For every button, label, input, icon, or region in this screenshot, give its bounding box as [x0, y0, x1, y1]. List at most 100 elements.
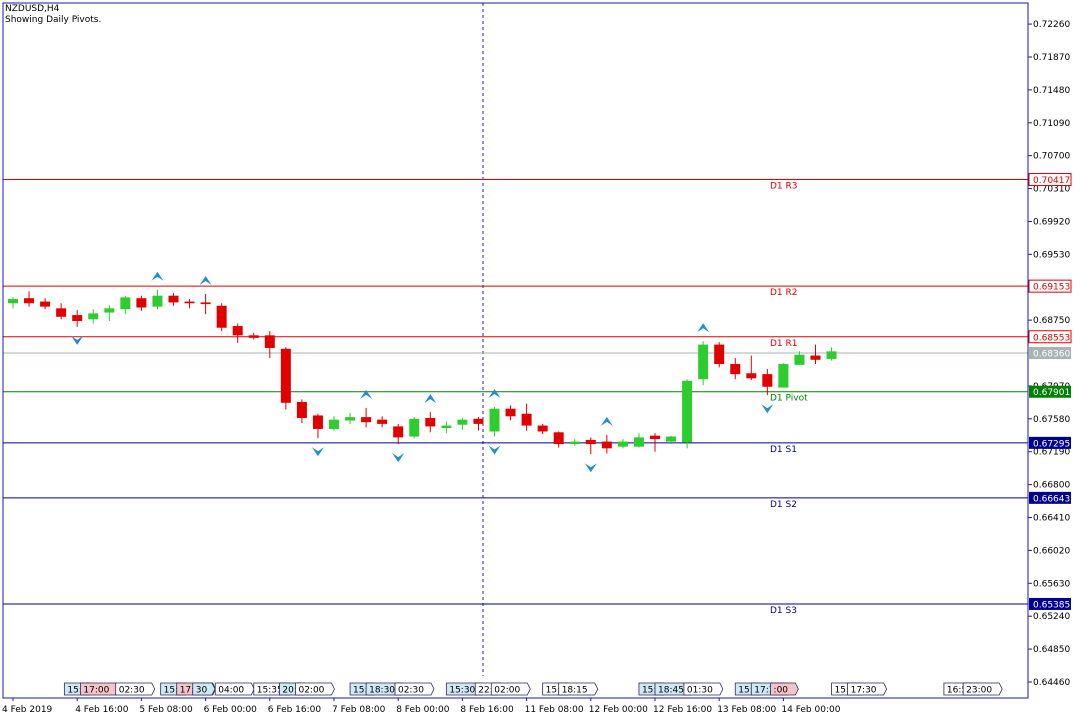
chart-frame	[2, 2, 1029, 699]
y-tick-label: 0.64850	[1033, 645, 1070, 655]
candle-body	[24, 298, 35, 304]
fractal-down-icon	[584, 463, 597, 473]
candle-body	[377, 419, 388, 424]
candle-body	[746, 373, 757, 379]
candle-body	[826, 351, 837, 359]
session-marker-label: 20:	[282, 686, 296, 696]
candle-body	[489, 408, 500, 432]
session-marker-label: :00	[774, 686, 789, 696]
y-tick-label: 0.71870	[1033, 53, 1070, 63]
time-axis[interactable]: 4 Feb 2019 4 Feb 16:00 5 Feb 08:00 6 Feb 00…	[2, 698, 841, 715]
candle-body	[88, 313, 99, 320]
session-marker-label: 02:30	[398, 686, 424, 696]
candle-body	[56, 308, 67, 317]
session-marker-label: 15:	[642, 686, 656, 696]
session-marker-label: 15:	[67, 686, 81, 696]
indicator-label: Showing Daily Pivots.	[5, 15, 102, 25]
session-marker-label: 18:15	[562, 686, 588, 696]
session-marker-label: 30	[196, 686, 208, 696]
y-tick-label: 0.64460	[1033, 678, 1070, 688]
x-tick-label: 8 Feb 00:00	[396, 705, 450, 715]
session-markers: 15:17:0002:3015:17:013004:0015:3520:02:0…	[63, 682, 1003, 696]
candle-body	[425, 417, 436, 427]
candle-body	[8, 299, 18, 304]
candle-body	[714, 344, 725, 364]
candle-body	[537, 425, 548, 432]
y-tick-label: 0.72260	[1033, 20, 1070, 30]
y-tick-label: 0.71090	[1033, 119, 1070, 129]
price-axis[interactable]: 0.72260 0.71870 0.71480 0.71090 0.70700 0.703…	[1028, 20, 1072, 688]
y-tick-label: 0.69530	[1033, 250, 1070, 260]
x-tick-label: 12 Feb 00:00	[589, 705, 648, 715]
session-marker-label: 22:	[478, 686, 492, 696]
pivot-price-tag-label: 0.68553	[1033, 333, 1070, 343]
pivot-label: D1 R2	[770, 288, 798, 298]
session-marker-label: 15:	[164, 686, 178, 696]
session-marker-label: 02:00	[494, 686, 520, 696]
candle-body	[650, 435, 660, 440]
x-tick-label: 4 Feb 2019	[2, 705, 53, 715]
candle-body	[633, 437, 644, 447]
candle-body	[72, 315, 83, 321]
candle-body	[730, 363, 741, 375]
pivot-price-tag-label: 0.67901	[1033, 388, 1070, 398]
candle-body	[280, 348, 291, 403]
y-tick-label: 0.70700	[1033, 152, 1070, 162]
x-tick-label: 8 Feb 16:00	[460, 705, 514, 715]
candle-body	[184, 301, 195, 304]
fractal-up-icon	[697, 323, 710, 333]
candle-body	[666, 436, 677, 442]
candle-body	[698, 344, 709, 380]
candle-body	[794, 354, 805, 365]
price-chart[interactable]: D1 R3 D1 R2 D1 R1 D1 Pivot D1 S1 D1 S2 D1 S3 1…	[0, 0, 1080, 720]
candle-body	[617, 441, 628, 447]
candle-body	[409, 418, 420, 437]
candle-body	[361, 417, 372, 423]
candle-body	[569, 441, 580, 445]
candle-body	[393, 426, 404, 438]
fractal-up-icon	[488, 389, 501, 399]
session-marker-label: 17:00	[83, 686, 109, 696]
pivot-label: D1 S1	[770, 445, 797, 455]
candle-body	[120, 297, 131, 310]
chart-symbol-label: NZDUSD,H4	[5, 4, 60, 14]
candle-body	[296, 401, 307, 418]
pivot-label: D1 R1	[770, 339, 798, 349]
session-marker-label: 15:	[353, 686, 367, 696]
candle-body	[40, 301, 51, 307]
y-tick-label: 0.66800	[1033, 481, 1070, 491]
pivot-price-tag-label: 0.67295	[1033, 439, 1070, 449]
candle-body	[312, 415, 323, 429]
fractal-down-icon	[488, 445, 501, 455]
session-marker-label: 01:30	[687, 686, 713, 696]
fractal-up-icon	[199, 275, 212, 285]
x-tick-label: 7 Feb 08:00	[332, 705, 386, 715]
pivot-price-tag-label: 0.69153	[1033, 283, 1070, 293]
candle-body	[152, 295, 163, 307]
candle-body	[505, 408, 516, 417]
session-marker-label: 15:	[738, 686, 752, 696]
fractal-up-icon	[424, 394, 437, 404]
candle-body	[345, 417, 356, 421]
candle-body	[585, 439, 596, 445]
pivot-lines: D1 R3 D1 R2 D1 R1 D1 Pivot D1 S1 D1 S2 D1 S3	[3, 3, 1028, 676]
x-tick-label: 6 Feb 00:00	[204, 705, 258, 715]
candle-body	[778, 363, 789, 388]
pivot-price-tag-label: 0.65385	[1033, 600, 1070, 610]
pivot-label: D1 S2	[770, 500, 797, 510]
session-marker-label: 02:30	[119, 686, 145, 696]
pivot-price-tag-label: 0.70417	[1033, 176, 1070, 186]
y-tick-label: 0.70310	[1033, 185, 1070, 195]
y-tick-label: 0.69920	[1033, 217, 1070, 227]
x-tick-label: 12 Feb 16:00	[653, 705, 712, 715]
y-tick-label: 0.66410	[1033, 514, 1070, 524]
y-tick-label: 0.71480	[1033, 86, 1070, 96]
candle-body	[232, 326, 243, 336]
session-marker-label: 18:30	[369, 686, 395, 696]
pivot-label: D1 S3	[770, 606, 797, 616]
fractal-up-icon	[360, 389, 373, 399]
x-tick-label: 11 Feb 08:00	[525, 705, 584, 715]
fractal-up-icon	[151, 271, 164, 281]
candle-body	[762, 374, 773, 387]
candle-body	[168, 295, 179, 303]
